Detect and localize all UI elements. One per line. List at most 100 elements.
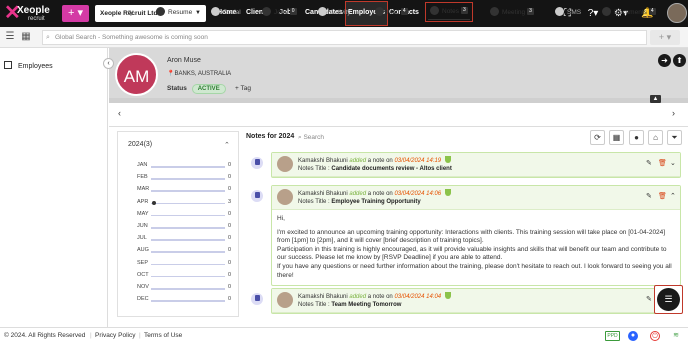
month-row[interactable]: JUL 0 xyxy=(118,233,240,245)
tab-meeting[interactable]: Meeting 3 xyxy=(490,6,534,19)
month-count: 0 xyxy=(228,247,232,254)
month-row[interactable]: MAY 0 xyxy=(118,209,240,221)
month-count: 0 xyxy=(228,210,232,217)
month-row[interactable]: JAN 0 xyxy=(118,160,240,172)
prev-record-button[interactable]: ⬆ xyxy=(673,54,686,67)
month-row[interactable]: AUG 0 xyxy=(118,245,240,257)
month-bar xyxy=(151,263,225,266)
month-row[interactable]: JUN 0 xyxy=(118,221,240,233)
month-row[interactable]: SEP 0 xyxy=(118,258,240,270)
tab-label: Documents xyxy=(614,9,647,16)
note-meta-text: a note on xyxy=(367,294,393,300)
tab-jobs[interactable]: Jobs 0 xyxy=(262,6,297,19)
delete-icon[interactable]: 🗑 xyxy=(658,160,667,168)
note-body: Hi, I'm excited to announce an upcoming … xyxy=(272,210,680,285)
month-row[interactable]: MAR 0 xyxy=(118,184,240,196)
note-meta-text: a note on xyxy=(367,191,393,197)
note-card[interactable]: Kamakshi Bhakuni added a note on 03/04/2… xyxy=(271,152,681,178)
note-card[interactable]: Kamakshi Bhakuni added a note on 03/04/2… xyxy=(271,288,681,314)
terms-link[interactable]: Terms of Use xyxy=(144,328,182,344)
edit-icon[interactable]: ✎ xyxy=(646,296,652,304)
delete-icon[interactable]: 🗑 xyxy=(658,193,667,201)
month-row[interactable]: FEB 0 xyxy=(118,172,240,184)
shield-icon xyxy=(445,292,452,299)
month-row[interactable]: NOV 0 xyxy=(118,282,240,294)
tab-sms[interactable]: SMS xyxy=(555,6,581,19)
note-author: Kamakshi Bhakuni xyxy=(298,158,348,164)
tab-notes[interactable]: Notes 3 xyxy=(425,2,473,22)
sms-icon xyxy=(555,7,564,16)
global-search-input[interactable]: ⌕ Global Search - Something awesome is c… xyxy=(42,30,647,45)
ppd-badge[interactable]: PPD xyxy=(605,331,620,341)
sidebar-item-employees[interactable]: Employees xyxy=(4,61,53,70)
quick-add-button[interactable]: + ▾ xyxy=(62,5,89,22)
chevron-up-icon[interactable]: ⌃ xyxy=(670,193,676,201)
tabs-scroll-right-icon[interactable]: › xyxy=(672,108,675,118)
power-icon[interactable]: ⏻ xyxy=(650,331,660,341)
edit-icon[interactable]: ✎ xyxy=(646,160,652,168)
refresh-icon[interactable]: ⟳ xyxy=(590,130,605,145)
year-filter-panel: 2024(3) ⌃ JAN 0 FEB 0 MAR 0 APR 3 MAY 0 JUN 0 JUL 0 AU… xyxy=(117,131,239,317)
calendar-icon[interactable]: ▦ xyxy=(609,130,624,145)
notes-search-input[interactable]: ⌕ Search xyxy=(298,134,324,142)
month-bar xyxy=(151,239,225,241)
tab-mail[interactable]: Mail 4 xyxy=(375,6,408,19)
note-meta: Kamakshi Bhakuni added a note on 03/04/2… xyxy=(298,292,452,300)
month-row[interactable]: OCT 0 xyxy=(118,270,240,282)
help-icon[interactable]: ?▾ xyxy=(583,8,603,19)
next-record-button[interactable]: ➜ xyxy=(658,54,671,67)
collapse-header-button[interactable]: ▲ xyxy=(650,95,661,103)
note-date: 03/04/2024 14:04 xyxy=(394,294,442,300)
tab-documents[interactable]: Documents 4 xyxy=(602,6,656,19)
tabs-scroll-left-icon[interactable]: ‹ xyxy=(118,108,121,118)
month-row[interactable]: DEC 0 xyxy=(118,294,240,306)
tab-summary[interactable]: ry xyxy=(128,6,133,19)
month-label: JUL xyxy=(137,235,147,242)
note-type-icon xyxy=(251,157,263,169)
note-title: Employee Training Opportunity xyxy=(331,199,421,205)
note-action: added xyxy=(349,158,367,164)
mail-icon xyxy=(375,7,384,16)
month-count: 0 xyxy=(228,259,232,266)
month-label: FEB xyxy=(137,174,148,181)
year-group-toggle[interactable]: 2024(3) xyxy=(128,141,152,148)
profile-status: Status ACTIVE xyxy=(167,84,226,94)
list-view-icon[interactable]: ☰ xyxy=(4,31,16,43)
person-icon[interactable]: ● xyxy=(629,130,644,145)
hierarchy-icon[interactable]: ⌂ xyxy=(648,130,663,145)
xeople-logo[interactable]: ✕ Xeople recruit xyxy=(4,2,54,25)
tab-social[interactable]: Social xyxy=(211,6,241,19)
search-icon: ⌕ xyxy=(46,34,50,41)
status-label: Status xyxy=(167,85,187,92)
note-header: Kamakshi Bhakuni added a note on 03/04/2… xyxy=(272,289,680,313)
note-body-greeting: Hi, xyxy=(277,215,285,222)
employees-icon xyxy=(4,61,12,69)
note-author: Kamakshi Bhakuni xyxy=(298,294,348,300)
tab-resume[interactable]: Resume xyxy=(156,6,192,19)
tab-activity[interactable]: Activity xyxy=(318,6,351,19)
note-title-line: Notes Title : Team Meeting Tomorrow xyxy=(298,302,401,308)
logo-subtext: recruit xyxy=(28,16,45,22)
note-action: added xyxy=(349,191,367,197)
month-count: 0 xyxy=(228,162,232,168)
footer: © 2024. All Rights Reserved | Privacy Po… xyxy=(0,327,688,343)
chevron-up-icon[interactable]: ⌃ xyxy=(224,141,230,149)
edit-icon[interactable]: ✎ xyxy=(646,193,652,201)
wifi-icon: ≋ xyxy=(673,332,679,339)
floating-action-button[interactable]: ☰ xyxy=(654,285,683,314)
note-card-expanded[interactable]: Kamakshi Bhakuni added a note on 03/04/2… xyxy=(271,185,681,287)
privacy-policy-link[interactable]: Privacy Policy xyxy=(95,328,135,344)
status-badge[interactable]: ACTIVE xyxy=(191,84,226,94)
chevron-down-icon[interactable]: ⌄ xyxy=(670,160,676,168)
account-icon[interactable]: ● xyxy=(628,331,638,341)
add-dropdown-button[interactable]: + ▾ xyxy=(650,30,680,45)
sidebar-collapse-button[interactable]: ‹ xyxy=(103,58,114,69)
user-avatar[interactable] xyxy=(667,3,687,23)
filter-icon[interactable]: ⏷ xyxy=(667,130,682,145)
month-row[interactable]: APR 3 xyxy=(118,197,240,209)
note-date: 03/04/2024 14:19 xyxy=(394,158,442,164)
note-title-line: Notes Title : Employee Training Opportun… xyxy=(298,199,421,205)
grid-view-icon[interactable]: ▦ xyxy=(20,31,32,43)
add-tag-button[interactable]: + Tag xyxy=(235,85,251,92)
note-meta-text: a note on xyxy=(367,158,393,164)
